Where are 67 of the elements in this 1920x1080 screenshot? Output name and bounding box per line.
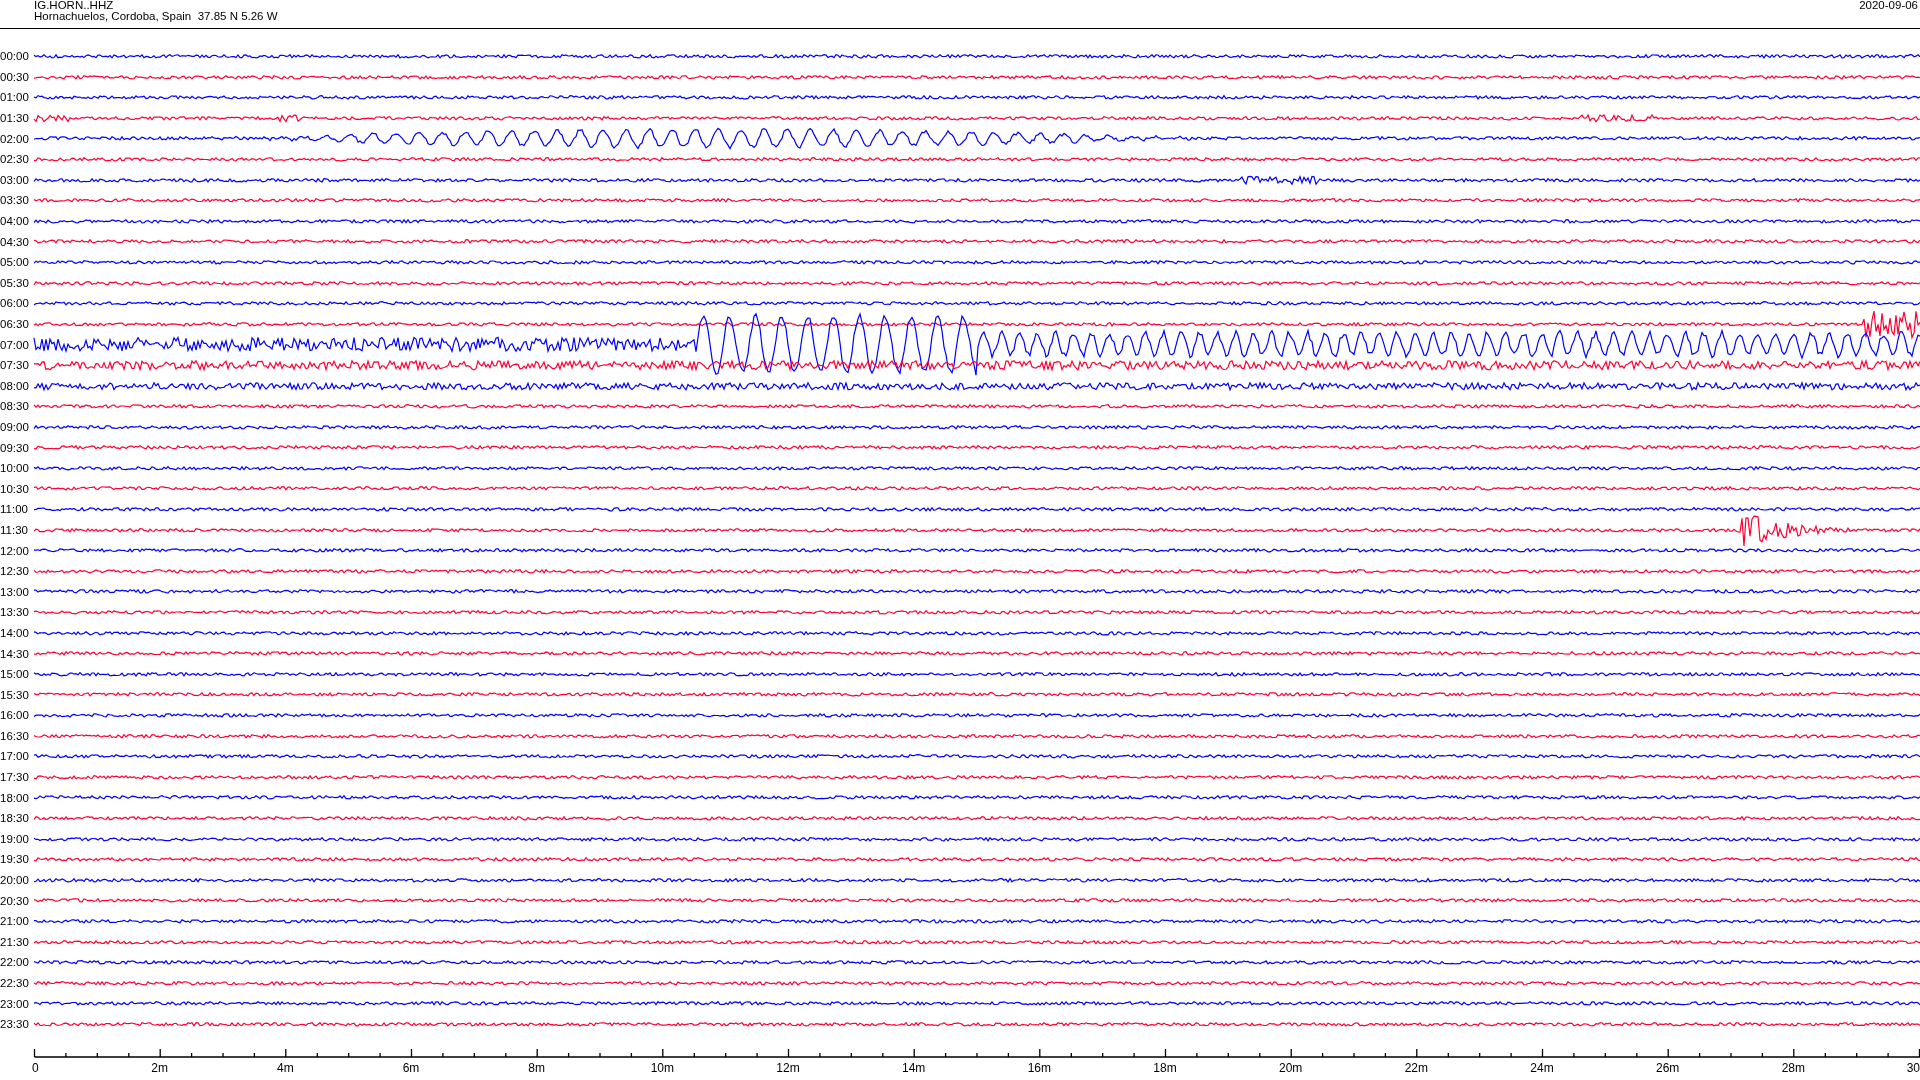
time-label: 10:00 xyxy=(0,462,30,475)
axis-tick-label: 12m xyxy=(776,1060,800,1075)
time-label: 07:00 xyxy=(0,338,30,351)
time-label: 05:30 xyxy=(0,276,30,289)
time-label: 18:00 xyxy=(0,791,30,804)
time-label: 10:30 xyxy=(0,482,30,495)
time-label: 14:30 xyxy=(0,647,30,660)
axis-tick-label: 16m xyxy=(1027,1060,1051,1075)
axis-tick-label: 28m xyxy=(1781,1060,1805,1075)
time-label: 03:00 xyxy=(0,173,30,186)
time-label: 08:00 xyxy=(0,379,30,392)
axis-tick-label: 20m xyxy=(1279,1060,1303,1075)
time-label: 20:00 xyxy=(0,874,30,887)
axis-tick-label: 14m xyxy=(902,1060,926,1075)
time-label: 19:00 xyxy=(0,832,30,845)
time-label: 14:00 xyxy=(0,626,30,639)
time-label: 13:30 xyxy=(0,606,30,619)
time-label: 17:00 xyxy=(0,750,30,763)
time-label: 01:30 xyxy=(0,112,30,125)
time-label: 12:00 xyxy=(0,544,30,557)
time-label: 15:30 xyxy=(0,688,30,701)
time-label: 09:30 xyxy=(0,441,30,454)
axis-tick-label: 26m xyxy=(1656,1060,1680,1075)
axis-tick-label: 4m xyxy=(277,1060,294,1075)
time-label: 07:30 xyxy=(0,359,30,372)
time-label: 12:30 xyxy=(0,565,30,578)
axis-tick-label: 30 xyxy=(1906,1060,1920,1075)
time-label: 21:30 xyxy=(0,935,30,948)
station-code: IG.HORN..HHZ xyxy=(34,0,114,11)
time-label: 06:30 xyxy=(0,318,30,330)
time-label: 23:30 xyxy=(0,1018,30,1031)
time-label: 09:00 xyxy=(0,421,30,433)
time-label: 15:00 xyxy=(0,668,30,681)
time-label: 00:00 xyxy=(0,50,30,63)
axis-tick-label: 10m xyxy=(650,1060,674,1075)
time-label: 20:30 xyxy=(0,894,30,907)
time-label: 06:00 xyxy=(0,297,30,310)
time-label: 22:00 xyxy=(0,956,30,969)
plot-date: 2020-09-06 xyxy=(1859,0,1918,12)
time-label: 04:00 xyxy=(0,215,30,228)
time-label: 16:00 xyxy=(0,709,30,722)
axis-tick-label: 18m xyxy=(1153,1060,1177,1075)
axis-tick-label: 22m xyxy=(1404,1060,1428,1075)
axis-tick-label: 6m xyxy=(402,1060,420,1075)
time-label: 17:30 xyxy=(0,771,30,784)
time-label: 11:30 xyxy=(0,523,29,536)
time-label: 01:00 xyxy=(0,91,30,104)
time-label: 11:00 xyxy=(0,503,29,516)
axis-tick-label: 24m xyxy=(1530,1060,1554,1075)
time-label: 16:30 xyxy=(0,729,30,742)
time-label: 04:30 xyxy=(0,235,30,248)
time-label: 18:30 xyxy=(0,812,30,825)
axis-tick-label: 8m xyxy=(528,1060,545,1075)
time-label: 00:30 xyxy=(0,70,30,83)
time-label: 22:30 xyxy=(0,977,30,989)
axis-tick-label: 0 xyxy=(32,1060,39,1075)
time-label: 23:00 xyxy=(0,997,30,1010)
time-label: 13:00 xyxy=(0,585,30,598)
time-label: 03:30 xyxy=(0,194,30,207)
time-label: 21:00 xyxy=(0,915,30,928)
time-label: 05:00 xyxy=(0,256,30,269)
time-label: 08:30 xyxy=(0,400,30,413)
station-location: Hornachuelos, Cordoba, Spain 37.85 N 5.26 W xyxy=(34,10,278,22)
axis-tick-label: 2m xyxy=(151,1060,168,1075)
time-label: 02:30 xyxy=(0,153,30,166)
time-label: 19:30 xyxy=(0,853,30,866)
time-label: 02:00 xyxy=(0,132,30,145)
